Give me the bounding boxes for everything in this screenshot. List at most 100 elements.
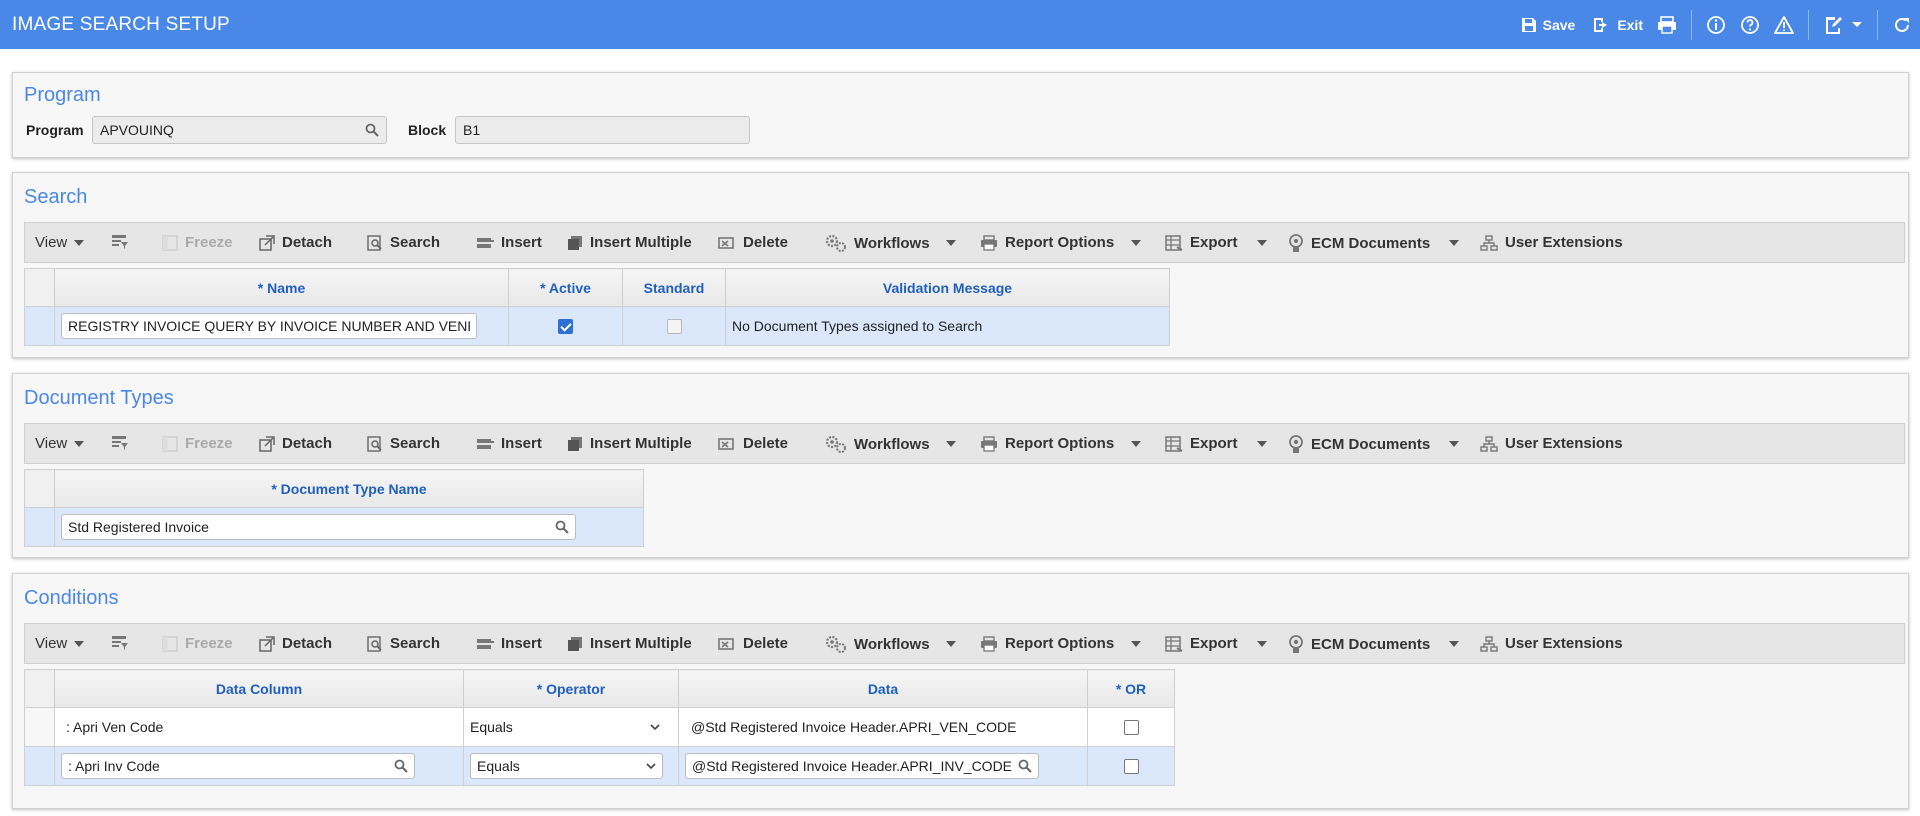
workflows-dropdown-icon[interactable] <box>946 441 956 447</box>
column-header-validation-message[interactable]: Validation Message <box>725 268 1170 307</box>
report-options-dropdown-icon[interactable] <box>1131 240 1141 246</box>
user-extensions-button[interactable]: User Extensions <box>1480 435 1623 452</box>
workflows-dropdown-icon[interactable] <box>946 240 956 246</box>
view-menu[interactable]: View <box>35 635 85 652</box>
row-selector[interactable] <box>24 306 55 346</box>
export-button[interactable]: Export <box>1165 435 1238 452</box>
insert-multiple-button[interactable]: Insert Multiple <box>567 435 692 452</box>
table-row[interactable]: : Apri Inv Code Equals @Std Registered I… <box>24 746 1175 786</box>
insert-button[interactable]: Insert <box>476 635 542 652</box>
insert-row-icon <box>476 436 494 452</box>
or-checkbox[interactable] <box>1123 720 1139 736</box>
report-options-dropdown-icon[interactable] <box>1131 441 1141 447</box>
column-header-active[interactable]: * Active <box>508 268 623 307</box>
document-types-panel-title: Document Types <box>24 387 174 409</box>
workflows-button[interactable]: Workflows <box>825 635 930 653</box>
search-icon[interactable] <box>394 759 408 773</box>
operator-select[interactable]: Equals <box>470 753 663 779</box>
report-options-button[interactable]: Report Options <box>980 234 1114 251</box>
data-column-input[interactable]: : Apri Inv Code <box>61 753 415 779</box>
report-options-dropdown-icon[interactable] <box>1131 641 1141 647</box>
or-checkbox[interactable] <box>1123 759 1139 775</box>
delete-button[interactable]: Delete <box>718 435 788 452</box>
data-input[interactable]: @Std Registered Invoice Header.APRI_INV_… <box>685 753 1039 779</box>
row-selector[interactable] <box>24 707 55 747</box>
exit-button[interactable]: Exit <box>1593 17 1643 33</box>
refresh-icon[interactable] <box>1892 15 1912 35</box>
ecm-documents-button[interactable]: ECM Documents <box>1288 635 1430 653</box>
edit-icon[interactable] <box>1823 15 1843 35</box>
insert-multiple-button[interactable]: Insert Multiple <box>567 635 692 652</box>
ecm-documents-button[interactable]: ECM Documents <box>1288 234 1430 252</box>
column-header-data[interactable]: Data <box>678 669 1088 708</box>
column-header-data-column[interactable]: Data Column <box>54 669 464 708</box>
warning-icon[interactable] <box>1774 15 1794 34</box>
filter-button[interactable] <box>111 435 129 451</box>
ecm-documents-dropdown-icon[interactable] <box>1449 441 1459 447</box>
table-row[interactable]: REGISTRY INVOICE QUERY BY INVOICE NUMBER… <box>24 306 1170 346</box>
filter-button[interactable] <box>111 635 129 651</box>
search-button[interactable]: Search <box>367 635 440 652</box>
column-header-document-type-name[interactable]: * Document Type Name <box>54 469 644 508</box>
print-icon[interactable] <box>1657 15 1677 34</box>
workflows-button[interactable]: Workflows <box>825 435 930 453</box>
user-extensions-button[interactable]: User Extensions <box>1480 234 1623 251</box>
table-row[interactable]: : Apri Ven Code Equals @Std Registered I… <box>24 707 1175 747</box>
export-button[interactable]: Export <box>1165 234 1238 251</box>
search-icon[interactable] <box>1018 759 1032 773</box>
ecm-documents-dropdown-icon[interactable] <box>1449 641 1459 647</box>
search-button[interactable]: Search <box>367 234 440 251</box>
hierarchy-icon <box>1480 234 1498 251</box>
detach-button[interactable]: Detach <box>259 435 332 452</box>
save-button[interactable]: Save <box>1521 17 1575 33</box>
export-grid-icon <box>1165 234 1183 251</box>
column-header-or[interactable]: * OR <box>1087 669 1175 708</box>
insert-multiple-button[interactable]: Insert Multiple <box>567 234 692 251</box>
detach-button[interactable]: Detach <box>259 635 332 652</box>
data-cell[interactable]: @Std Registered Invoice Header.APRI_VEN_… <box>678 707 1088 747</box>
program-field[interactable]: APVOUINQ <box>92 116 387 144</box>
ecm-documents-label: ECM Documents <box>1311 234 1431 252</box>
document-type-name-input[interactable]: Std Registered Invoice <box>61 514 576 540</box>
delete-button[interactable]: Delete <box>718 635 788 652</box>
search-label: Search <box>390 435 441 452</box>
freeze-icon <box>162 234 178 251</box>
data-column-cell[interactable]: : Apri Ven Code <box>54 707 464 747</box>
row-selector[interactable] <box>24 746 55 786</box>
workflows-dropdown-icon[interactable] <box>946 641 956 647</box>
print-icon <box>980 234 998 251</box>
user-extensions-button[interactable]: User Extensions <box>1480 635 1623 652</box>
name-input[interactable]: REGISTRY INVOICE QUERY BY INVOICE NUMBER… <box>61 313 477 339</box>
active-checkbox[interactable] <box>558 319 573 335</box>
search-icon[interactable] <box>555 520 569 534</box>
detach-button[interactable]: Detach <box>259 234 332 251</box>
operator-select[interactable]: Equals <box>470 719 660 735</box>
insert-button[interactable]: Insert <box>476 435 542 452</box>
export-dropdown-icon[interactable] <box>1257 641 1267 647</box>
export-dropdown-icon[interactable] <box>1257 441 1267 447</box>
filter-button[interactable] <box>111 234 129 250</box>
insert-button[interactable]: Insert <box>476 234 542 251</box>
column-header-standard[interactable]: Standard <box>622 268 726 307</box>
row-selector[interactable] <box>24 507 55 547</box>
chevron-down-icon[interactable] <box>1851 21 1863 29</box>
operator-cell[interactable]: Equals <box>463 707 679 747</box>
info-icon[interactable] <box>1706 15 1726 35</box>
ecm-documents-button[interactable]: ECM Documents <box>1288 435 1430 453</box>
help-icon[interactable] <box>1740 15 1760 35</box>
ecm-documents-dropdown-icon[interactable] <box>1449 240 1459 246</box>
view-menu[interactable]: View <box>35 234 85 251</box>
report-options-button[interactable]: Report Options <box>980 435 1114 452</box>
report-options-button[interactable]: Report Options <box>980 635 1114 652</box>
search-icon <box>367 435 383 452</box>
export-dropdown-icon[interactable] <box>1257 240 1267 246</box>
column-header-name[interactable]: * Name <box>54 268 509 307</box>
table-row[interactable]: Std Registered Invoice <box>24 507 644 547</box>
workflows-button[interactable]: Workflows <box>825 234 930 252</box>
view-menu[interactable]: View <box>35 435 85 452</box>
column-header-operator[interactable]: * Operator <box>463 669 679 708</box>
export-button[interactable]: Export <box>1165 635 1238 652</box>
delete-button[interactable]: Delete <box>718 234 788 251</box>
search-icon[interactable] <box>365 123 379 137</box>
search-button[interactable]: Search <box>367 435 440 452</box>
